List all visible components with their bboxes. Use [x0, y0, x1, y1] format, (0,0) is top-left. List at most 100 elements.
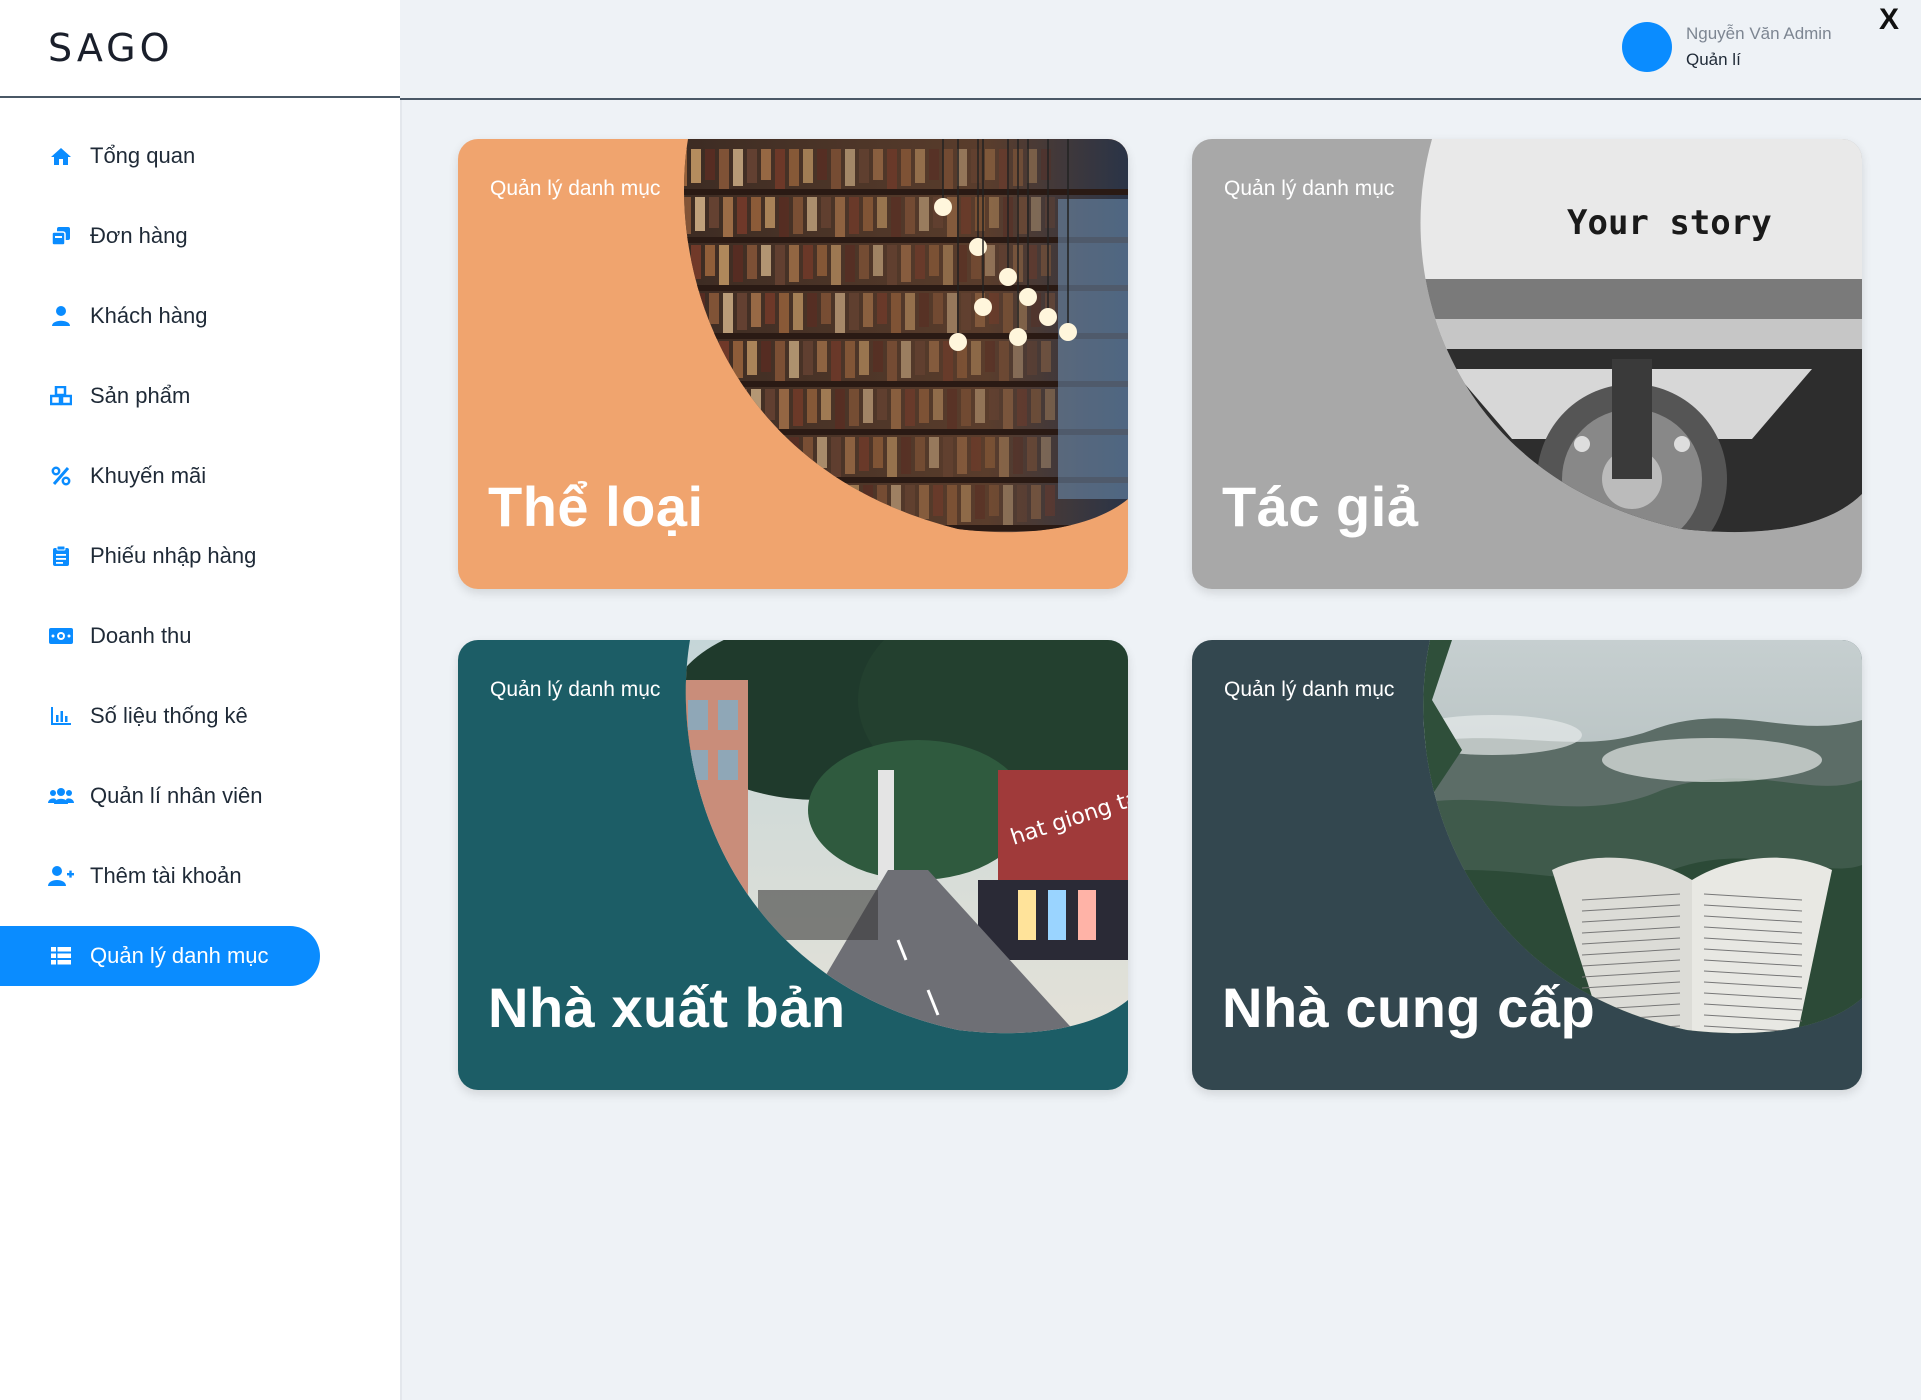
book-spine — [789, 533, 799, 570]
book-spine — [695, 293, 705, 327]
book-spine — [719, 245, 729, 285]
book-spine — [723, 293, 733, 333]
book-spine — [817, 149, 827, 180]
category-card-tac-gia[interactable]: Your story Quản lý danh mục Tác giả — [1192, 139, 1862, 589]
book-spine — [933, 389, 943, 420]
book-spine — [943, 533, 953, 573]
book-spine — [1013, 437, 1023, 474]
percent-icon — [48, 463, 74, 489]
sidebar-item-label: Quản lí nhân viên — [90, 783, 263, 808]
book-spine — [737, 197, 747, 234]
book-spine — [751, 197, 761, 231]
book-spine — [915, 437, 925, 471]
book-spine — [789, 341, 799, 378]
sidebar-item-khach-hang[interactable]: Khách hàng — [0, 286, 400, 346]
book-spine — [695, 197, 705, 231]
book-spine — [719, 341, 729, 381]
page-text-line — [1704, 1037, 1802, 1043]
book-spine — [807, 197, 817, 231]
sidebar-item-them-tai-khoan[interactable]: Thêm tài khoản — [0, 846, 400, 906]
book-spine — [863, 293, 873, 327]
book-spine — [831, 341, 841, 381]
book-spine — [975, 485, 985, 519]
book-spine — [943, 149, 953, 189]
card-kicker: Quản lý danh mục — [490, 177, 661, 200]
avatar[interactable] — [1622, 22, 1672, 72]
book-spine — [901, 437, 911, 474]
book-spine — [835, 293, 845, 333]
page-text-line — [1581, 1025, 1681, 1033]
book-spine — [999, 533, 1009, 573]
products-icon — [48, 383, 74, 409]
book-spine — [765, 485, 775, 516]
book-spine — [719, 437, 729, 477]
book-spine — [765, 197, 775, 228]
user-name: Nguyễn Văn Admin — [1686, 24, 1832, 43]
sidebar-item-khuyen-mai[interactable]: Khuyến mãi — [0, 446, 400, 506]
sidebar-item-don-hang[interactable]: Đơn hàng — [0, 206, 400, 266]
book-spine — [663, 149, 673, 189]
book-spine — [849, 389, 859, 426]
book-spine — [933, 293, 943, 324]
sidebar-item-label: Đơn hàng — [90, 223, 188, 248]
category-card-the-loai[interactable]: Quản lý danh mục Thể loại — [458, 139, 1128, 589]
category-card-nha-xuat-ban[interactable]: hat giong tam hồn Quản lý danh mục Nhà x… — [458, 640, 1128, 1090]
shelf-board — [684, 477, 1128, 483]
book-spine — [723, 389, 733, 429]
book-spine — [803, 533, 813, 567]
staff-icon — [48, 783, 74, 809]
close-button[interactable]: X — [1879, 2, 1899, 38]
sidebar-item-san-pham[interactable]: Sản phẩm — [0, 366, 400, 426]
book-spine — [807, 389, 817, 423]
book-spine — [779, 293, 789, 333]
book-spine — [891, 197, 901, 237]
book-spine — [929, 341, 939, 372]
book-spine — [719, 149, 729, 189]
book-spine — [761, 149, 771, 180]
book-spine — [789, 245, 799, 282]
category-card-nha-cung-cap[interactable]: Quản lý danh mục Nhà cung cấp — [1192, 640, 1862, 1090]
sidebar-item-quan-ly-danh-muc[interactable]: Quản lý danh mục — [0, 926, 320, 986]
book-spine — [929, 437, 939, 468]
book-spine — [691, 437, 701, 471]
book-spine — [1041, 341, 1051, 372]
list-icon — [48, 943, 74, 969]
book-spine — [877, 293, 887, 324]
customer-icon — [48, 303, 74, 329]
sidebar-item-phieu-nhap-hang[interactable]: Phiếu nhập hàng — [0, 526, 400, 586]
book-spine — [891, 485, 901, 525]
book-spine — [915, 149, 925, 183]
book-spine — [845, 533, 855, 570]
light-bulb — [969, 238, 987, 256]
book-spine — [663, 437, 673, 477]
book-spine — [887, 341, 897, 381]
book-spine — [961, 293, 971, 330]
book-spine — [684, 197, 691, 234]
book-spine — [1045, 197, 1055, 228]
book-spine — [663, 533, 673, 573]
book-spine — [747, 149, 757, 183]
book-spine — [1027, 533, 1037, 567]
book-spine — [793, 197, 803, 234]
book-spine — [999, 437, 1009, 477]
book-spine — [971, 149, 981, 183]
book-spine — [793, 293, 803, 330]
book-spine — [877, 389, 887, 420]
book-spine — [915, 245, 925, 279]
sidebar-item-tong-quan[interactable]: Tổng quan — [0, 126, 400, 186]
book-spine — [1045, 389, 1055, 420]
book-spine — [667, 293, 677, 333]
logo[interactable]: SAGO — [48, 26, 174, 70]
book-spine — [775, 437, 785, 477]
book-spine — [1003, 389, 1013, 429]
home-icon — [48, 143, 74, 169]
sidebar-item-doanh-thu[interactable]: Doanh thu — [0, 606, 400, 666]
book-spine — [684, 389, 691, 426]
sidebar-item-so-lieu-thong-ke[interactable]: Số liệu thống kê — [0, 686, 400, 746]
book-spine — [831, 533, 841, 573]
book-spine — [835, 485, 845, 525]
sidebar-item-quan-li-nhan-vien[interactable]: Quản lí nhân viên — [0, 766, 400, 826]
sidebar-item-label: Sản phẩm — [90, 383, 191, 408]
book-spine — [845, 341, 855, 378]
sidebar-item-label: Khuyến mãi — [90, 463, 207, 488]
